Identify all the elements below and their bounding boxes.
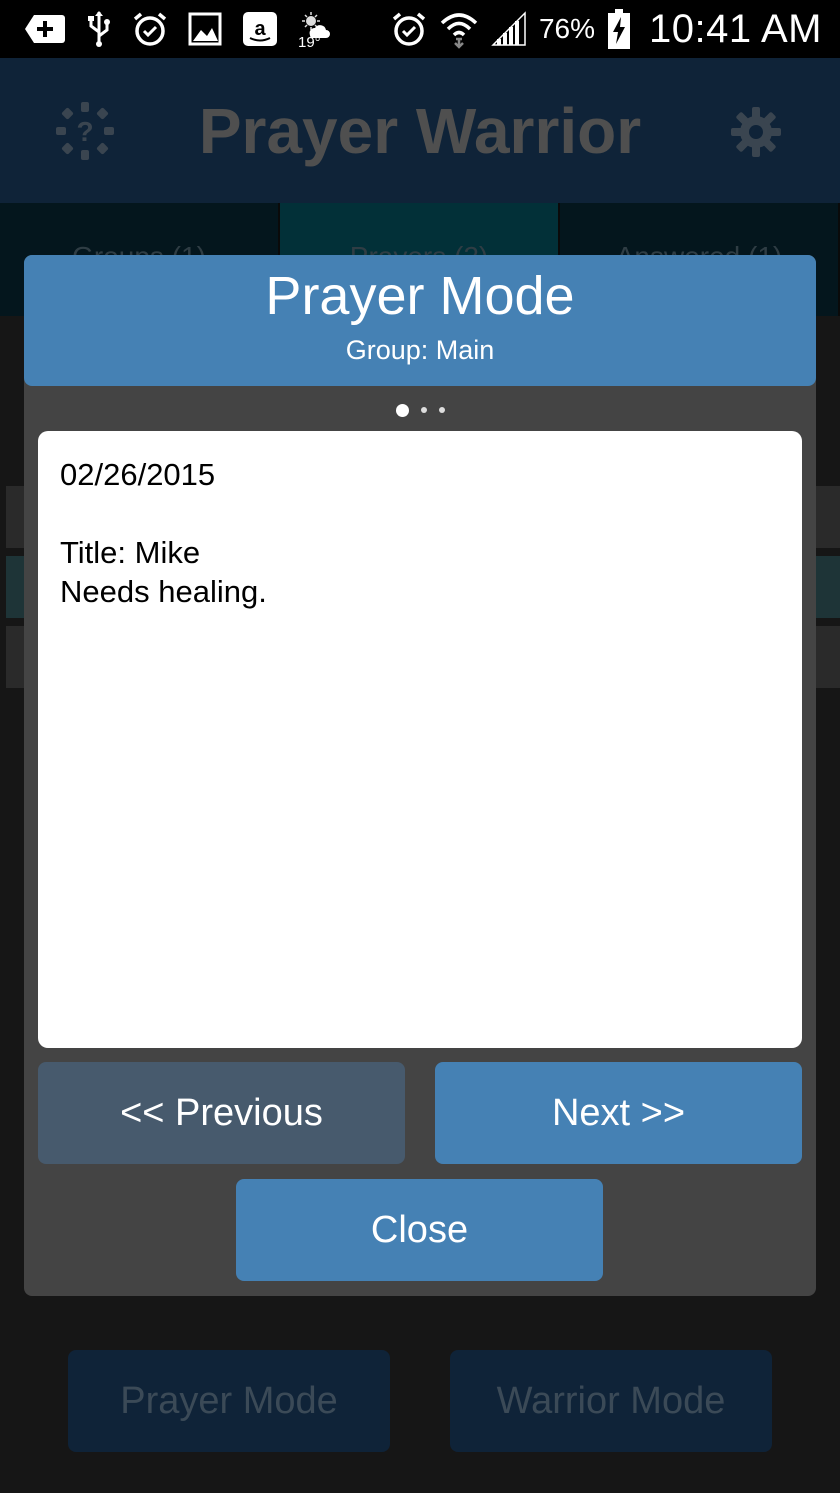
usb-icon	[86, 10, 112, 48]
alarm-icon	[132, 11, 168, 47]
status-bar: a 19° 76% 10:41 AM	[0, 0, 840, 58]
add-box-icon	[24, 12, 66, 46]
gear-icon[interactable]	[730, 106, 782, 162]
next-button[interactable]: Next >>	[435, 1062, 802, 1164]
wifi-icon	[439, 9, 479, 49]
prayer-body: Needs healing.	[60, 574, 267, 609]
warrior-mode-button: Warrior Mode	[450, 1350, 772, 1452]
bottom-button-bar: Prayer Mode Warrior Mode	[0, 1350, 840, 1452]
help-icon[interactable]: ?	[54, 100, 116, 166]
prayer-date: 02/26/2015	[60, 457, 216, 492]
close-button[interactable]: Close	[236, 1179, 603, 1281]
weather-icon: 19°	[298, 5, 332, 53]
signal-icon	[491, 11, 527, 47]
page-indicator	[24, 403, 816, 417]
previous-button[interactable]: << Previous	[38, 1062, 405, 1164]
battery-percentage: 76%	[538, 13, 595, 44]
dialog-subtitle: Group: Main	[345, 335, 495, 365]
prayer-title: Title: Mike	[60, 535, 201, 570]
prayer-card[interactable]: 02/26/2015 Title: Mike Needs healing.	[38, 431, 802, 1048]
app-header: ? Prayer Warrior	[0, 58, 840, 203]
status-bar-left-icons: a 19°	[24, 0, 332, 58]
weather-temperature: 19°	[298, 34, 321, 51]
page-dot	[438, 407, 445, 413]
dialog-title: Prayer Mode	[265, 266, 575, 326]
amazon-icon: a	[242, 11, 278, 47]
page-dot	[420, 407, 427, 413]
svg-text:?: ?	[76, 116, 93, 147]
gallery-icon	[188, 12, 222, 46]
page-dot-active	[395, 403, 409, 417]
prayer-mode-button: Prayer Mode	[68, 1350, 390, 1452]
app-title: Prayer Warrior	[198, 94, 642, 167]
alarm-icon	[391, 11, 427, 47]
status-bar-right-icons: 76% 10:41 AM	[391, 0, 822, 58]
clock-time: 10:41 AM	[648, 6, 822, 51]
svg-text:a: a	[254, 18, 266, 40]
prayer-mode-dialog: Prayer Mode Group: Main 02/26/2015 Title…	[24, 255, 816, 1296]
dialog-header: Prayer Mode Group: Main	[24, 255, 816, 386]
battery-charging-icon	[607, 8, 631, 50]
